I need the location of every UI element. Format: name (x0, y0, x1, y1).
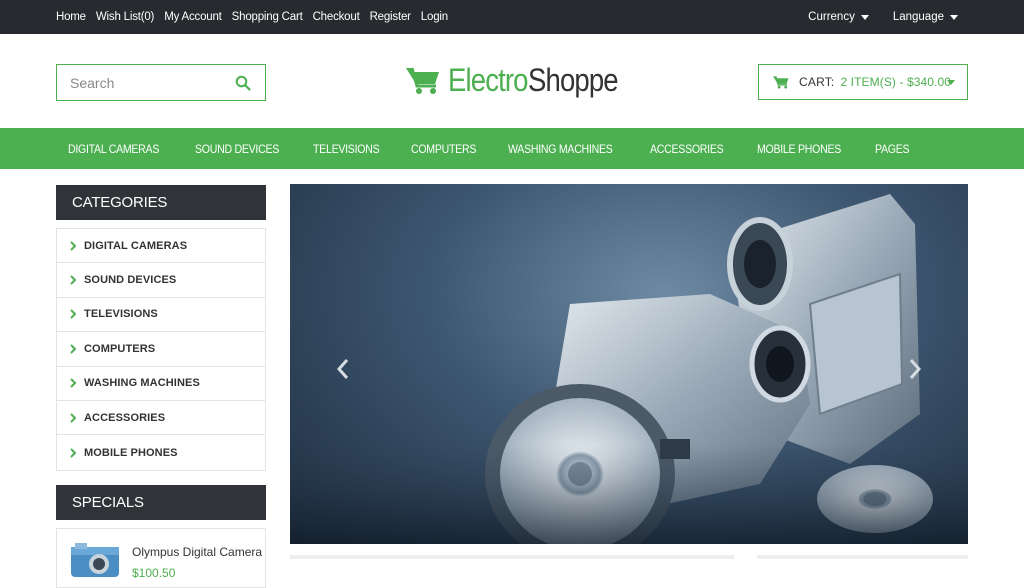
language-dropdown[interactable]: Language (893, 11, 958, 23)
category-label: TELEVISIONS (84, 308, 158, 321)
content-divider (757, 555, 968, 559)
category-label: SOUND DEVICES (84, 274, 177, 287)
chevron-right-icon (70, 378, 77, 388)
nav-item-washing-machines[interactable]: WASHING MACHINES (508, 142, 613, 156)
content-divider (290, 555, 734, 559)
category-label: COMPUTERS (84, 342, 156, 355)
chevron-right-icon (70, 240, 77, 251)
top-link-home[interactable]: Home (56, 11, 86, 23)
top-link-login[interactable]: Login (421, 11, 448, 23)
category-label: MOBILE PHONES (84, 446, 178, 459)
top-link-my-account[interactable]: My Account (164, 11, 222, 23)
category-list: DIGITAL CAMERAS SOUND DEVICES TELEVISION… (56, 228, 266, 471)
cart-label: CART: (799, 75, 835, 89)
cart-icon (406, 67, 439, 94)
category-item-washing-machines[interactable]: WASHING MACHINES (57, 367, 265, 401)
product-thumbnail[interactable] (69, 539, 121, 579)
category-item-computers[interactable]: COMPUTERS (57, 332, 265, 367)
nav-item-digital-cameras[interactable]: DIGITAL CAMERAS (68, 142, 159, 156)
cart-icon (773, 76, 789, 89)
nav-item-computers[interactable]: COMPUTERS (411, 142, 476, 156)
currency-label: Currency (808, 11, 855, 23)
nav-item-accessories[interactable]: ACCESSORIES (650, 142, 724, 156)
search-box (56, 64, 266, 101)
category-item-digital-cameras[interactable]: DIGITAL CAMERAS (57, 229, 265, 264)
nav-item-televisions[interactable]: TELEVISIONS (313, 142, 380, 156)
category-label: ACCESSORIES (84, 411, 166, 424)
special-product-price: $100.50 (132, 566, 176, 580)
specials-heading: SPECIALS (56, 485, 266, 520)
logo-text-secondary: Shoppe (527, 61, 619, 98)
category-item-sound-devices[interactable]: SOUND DEVICES (57, 263, 265, 298)
top-links: Home Wish List(0) My Account Shopping Ca… (56, 0, 458, 34)
chevron-right-icon (70, 412, 77, 423)
category-item-televisions[interactable]: TELEVISIONS (57, 298, 265, 333)
category-item-accessories[interactable]: ACCESSORIES (57, 401, 265, 436)
hero-image (290, 194, 968, 544)
currency-dropdown[interactable]: Currency (808, 11, 869, 23)
search-input[interactable] (57, 65, 227, 100)
site-logo[interactable]: Electro Shoppe (406, 58, 632, 102)
slider-next-icon[interactable] (908, 358, 922, 380)
top-link-shopping-cart[interactable]: Shopping Cart (232, 11, 303, 23)
cart-summary: 2 ITEM(S) - $340.00 (840, 75, 952, 89)
top-link-register[interactable]: Register (370, 11, 411, 23)
nav-item-sound-devices[interactable]: SOUND DEVICES (195, 142, 279, 156)
category-label: WASHING MACHINES (84, 377, 200, 390)
chevron-down-icon (950, 14, 958, 20)
slider-prev-icon[interactable] (336, 358, 350, 380)
language-label: Language (892, 11, 944, 23)
chevron-right-icon (70, 447, 77, 458)
special-product[interactable]: Olympus Digital Camera $100.50 (56, 528, 266, 588)
chevron-down-icon (947, 80, 955, 85)
chevron-right-icon (70, 344, 77, 354)
cart-button[interactable]: CART: 2 ITEM(S) - $340.00 (758, 64, 968, 100)
hero-slider[interactable] (290, 184, 968, 544)
logo-text-primary: Electro (448, 61, 528, 98)
categories-heading: CATEGORIES (56, 185, 266, 220)
chevron-right-icon (70, 309, 77, 320)
main-nav: DIGITAL CAMERAS SOUND DEVICES TELEVISION… (0, 128, 1024, 169)
category-item-mobile-phones[interactable]: MOBILE PHONES (57, 435, 265, 469)
category-label: DIGITAL CAMERAS (84, 239, 188, 252)
chevron-down-icon (860, 14, 869, 20)
search-icon[interactable] (235, 75, 251, 91)
nav-item-mobile-phones[interactable]: MOBILE PHONES (757, 142, 841, 156)
special-product-name[interactable]: Olympus Digital Camera (132, 545, 262, 559)
nav-item-pages[interactable]: PAGES (875, 142, 910, 156)
top-bar: Home Wish List(0) My Account Shopping Ca… (0, 0, 1024, 34)
top-link-checkout[interactable]: Checkout (313, 11, 360, 23)
chevron-right-icon (70, 275, 77, 285)
top-link-wishlist[interactable]: Wish List(0) (96, 11, 155, 23)
